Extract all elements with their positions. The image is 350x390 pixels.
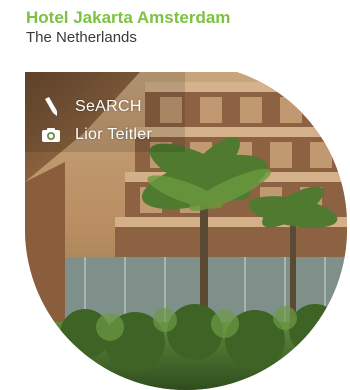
- header: Hotel Jakarta Amsterdam The Netherlands: [26, 8, 230, 47]
- camera-icon: [40, 124, 62, 146]
- architect-credit: SeARCH: [40, 93, 152, 121]
- pen-icon: [40, 96, 62, 118]
- architect-name: SeARCH: [75, 98, 142, 115]
- photographer-name: Lior Teitler: [75, 126, 153, 143]
- photographer-credit: Lior Teitler: [40, 121, 152, 149]
- photo-credits: SeARCH Lior Teitler: [40, 93, 152, 149]
- hotel-name: Hotel Jakarta Amsterdam: [26, 8, 231, 27]
- hotel-country: The Netherlands: [26, 29, 137, 46]
